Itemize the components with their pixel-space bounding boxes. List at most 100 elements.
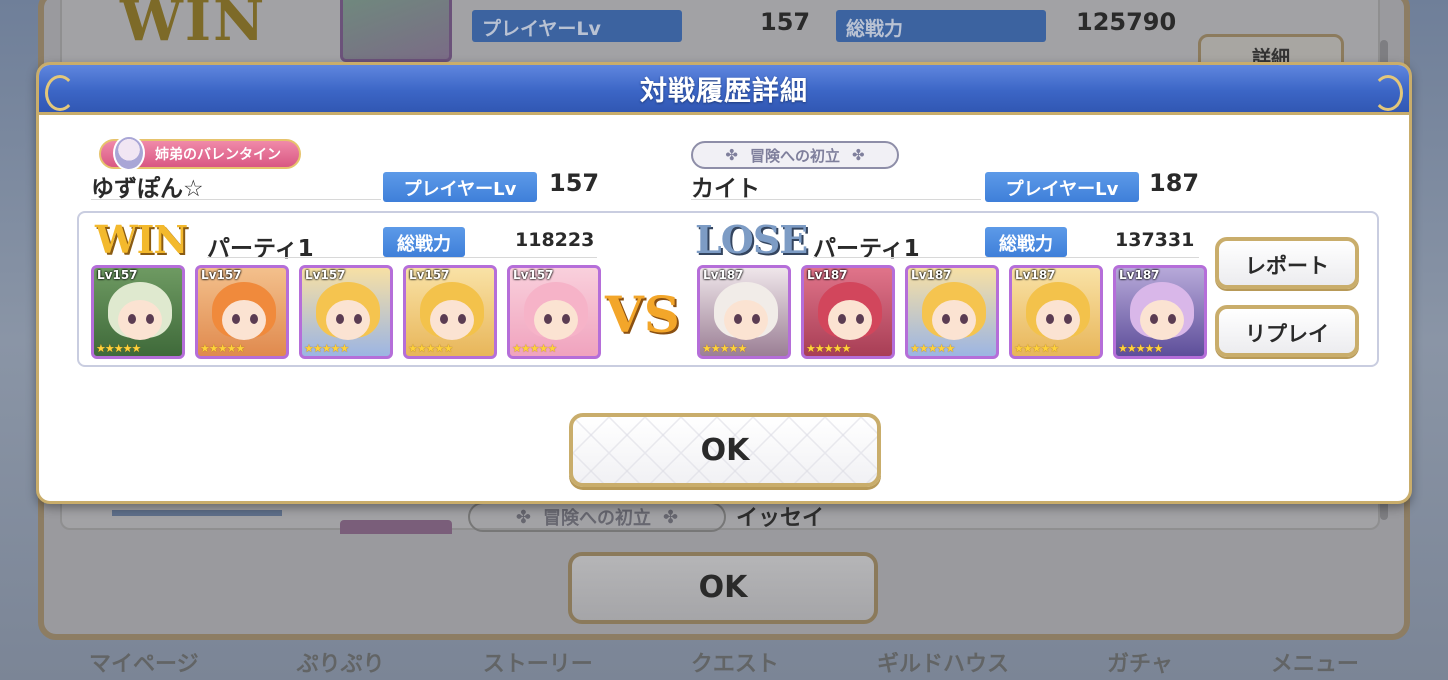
unit-eye <box>128 314 136 324</box>
clover-icon: ✤ <box>852 146 865 164</box>
unit-eye <box>440 314 448 324</box>
unit-eye <box>146 314 154 324</box>
background-title-badge-text: 冒険への初立 <box>543 508 651 529</box>
player-title-badge-text: 姉弟のバレンタイン <box>155 147 281 163</box>
unit-face <box>1036 300 1080 340</box>
divider <box>91 199 381 200</box>
unit-eye <box>250 314 258 324</box>
background-opponent-name: イッセイ <box>736 506 825 531</box>
opponent-title-badge: ✤ 冒険への初立 ✤ <box>691 141 899 169</box>
unit-portrait[interactable]: Lv157 ★★★★★ <box>91 265 185 359</box>
background-lose-label <box>112 510 282 530</box>
opponent-title-badge-text: 冒険への初立 <box>749 146 840 165</box>
unit-level: Lv157 <box>409 268 450 282</box>
unit-portrait[interactable]: Lv187 ★★★★★ <box>905 265 999 359</box>
replay-button[interactable]: リプレイ <box>1215 305 1359 357</box>
nav-item-gacha: ガチャ <box>1107 652 1173 677</box>
badge-avatar-icon <box>113 135 145 171</box>
nav-item-mypage: マイページ <box>89 652 199 677</box>
unit-portrait[interactable]: Lv157 ★★★★★ <box>403 265 497 359</box>
background-power-value: 125790 <box>1076 8 1177 36</box>
unit-level: Lv187 <box>807 268 848 282</box>
unit-eye <box>752 314 760 324</box>
dialog-header: 対戦履歴詳細 <box>39 65 1409 115</box>
background-power-label: 総戦力 <box>836 10 1046 42</box>
unit-eye <box>354 314 362 324</box>
unit-level: Lv187 <box>911 268 952 282</box>
unit-face <box>326 300 370 340</box>
unit-star-rating: ★★★★★ <box>408 342 453 355</box>
unit-eye <box>856 314 864 324</box>
unit-eye <box>838 314 846 324</box>
unit-star-rating: ★★★★★ <box>304 342 349 355</box>
unit-face <box>222 300 266 340</box>
nav-item-story: ストーリー <box>482 652 593 677</box>
unit-face <box>724 300 768 340</box>
unit-star-rating: ★★★★★ <box>910 342 955 355</box>
unit-level: Lv157 <box>513 268 554 282</box>
report-button[interactable]: レポート <box>1215 237 1359 289</box>
unit-eye <box>232 314 240 324</box>
unit-portrait[interactable]: Lv157 ★★★★★ <box>299 265 393 359</box>
divider <box>691 199 981 200</box>
unit-eye <box>336 314 344 324</box>
unit-face <box>430 300 474 340</box>
unit-level: Lv187 <box>1119 268 1160 282</box>
unit-eye <box>734 314 742 324</box>
unit-level: Lv157 <box>201 268 242 282</box>
clover-icon: ✤ <box>663 506 679 528</box>
background-win-label: WIN <box>120 0 267 54</box>
dialog-title: 対戦履歴詳細 <box>640 76 808 107</box>
win-label: WIN <box>95 217 188 262</box>
unit-face <box>534 300 578 340</box>
unit-level: Lv187 <box>703 268 744 282</box>
unit-eye <box>960 314 968 324</box>
clover-icon: ✤ <box>515 506 531 528</box>
background-avatar <box>340 0 452 62</box>
opponent-team: Lv187 ★★★★★ Lv187 ★★★★★ Lv187 ★★★★★ Lv187 ★★★★★… <box>697 265 1207 359</box>
nav-item-guildhouse: ギルドハウス <box>876 652 1009 677</box>
opponent-power-label: 総戦力 <box>985 227 1067 257</box>
player-title-badge: 姉弟のバレンタイン <box>99 135 301 171</box>
ok-button[interactable]: OK <box>569 413 881 487</box>
unit-face <box>118 300 162 340</box>
unit-portrait[interactable]: Lv157 ★★★★★ <box>507 265 601 359</box>
player-name: ゆずぽん☆ <box>91 176 204 202</box>
nav-item-quest: クエスト <box>690 652 779 677</box>
player-power-label: 総戦力 <box>383 227 465 257</box>
background-player-lv-value: 157 <box>760 8 811 36</box>
unit-portrait[interactable]: Lv157 ★★★★★ <box>195 265 289 359</box>
opponent-name: カイト <box>691 176 760 202</box>
unit-star-rating: ★★★★★ <box>200 342 245 355</box>
player-lv-label: プレイヤーLv <box>383 172 537 202</box>
unit-portrait[interactable]: Lv187 ★★★★★ <box>1113 265 1207 359</box>
unit-eye <box>1064 314 1072 324</box>
player-team: Lv157 ★★★★★ Lv157 ★★★★★ Lv157 ★★★★★ Lv157 ★★★★★… <box>91 265 601 359</box>
nav-item-puripuri: ぷりぷり <box>296 652 385 677</box>
unit-eye <box>562 314 570 324</box>
background-title-badge: ✤ 冒険への初立 ✤ <box>468 502 726 532</box>
unit-star-rating: ★★★★★ <box>702 342 747 355</box>
unit-star-rating: ★★★★★ <box>512 342 557 355</box>
unit-eye <box>544 314 552 324</box>
battle-history-dialog: 対戦履歴詳細 姉弟のバレンタイン ゆずぽん☆ プレイヤーLv 157 ✤ 冒険へ… <box>36 62 1412 504</box>
nav-item-menu: メニュー <box>1270 652 1359 677</box>
player-power-value: 118223 <box>515 229 595 251</box>
unit-portrait[interactable]: Lv187 ★★★★★ <box>1009 265 1103 359</box>
bottom-navigation: マイページ ぷりぷり ストーリー クエスト ギルドハウス ガチャ メニュー <box>40 642 1408 680</box>
divider <box>813 257 1199 258</box>
unit-star-rating: ★★★★★ <box>96 342 141 355</box>
divider <box>207 257 597 258</box>
unit-face <box>1140 300 1184 340</box>
unit-star-rating: ★★★★★ <box>1118 342 1163 355</box>
unit-eye <box>1168 314 1176 324</box>
unit-level: Lv157 <box>305 268 346 282</box>
opponent-power-value: 137331 <box>1115 229 1195 251</box>
unit-portrait[interactable]: Lv187 ★★★★★ <box>801 265 895 359</box>
unit-face <box>828 300 872 340</box>
player-lv-value: 157 <box>549 169 600 197</box>
unit-level: Lv187 <box>1015 268 1056 282</box>
unit-portrait[interactable]: Lv187 ★★★★★ <box>697 265 791 359</box>
opponent-lv-value: 187 <box>1149 169 1200 197</box>
vs-label: VS <box>605 285 680 344</box>
